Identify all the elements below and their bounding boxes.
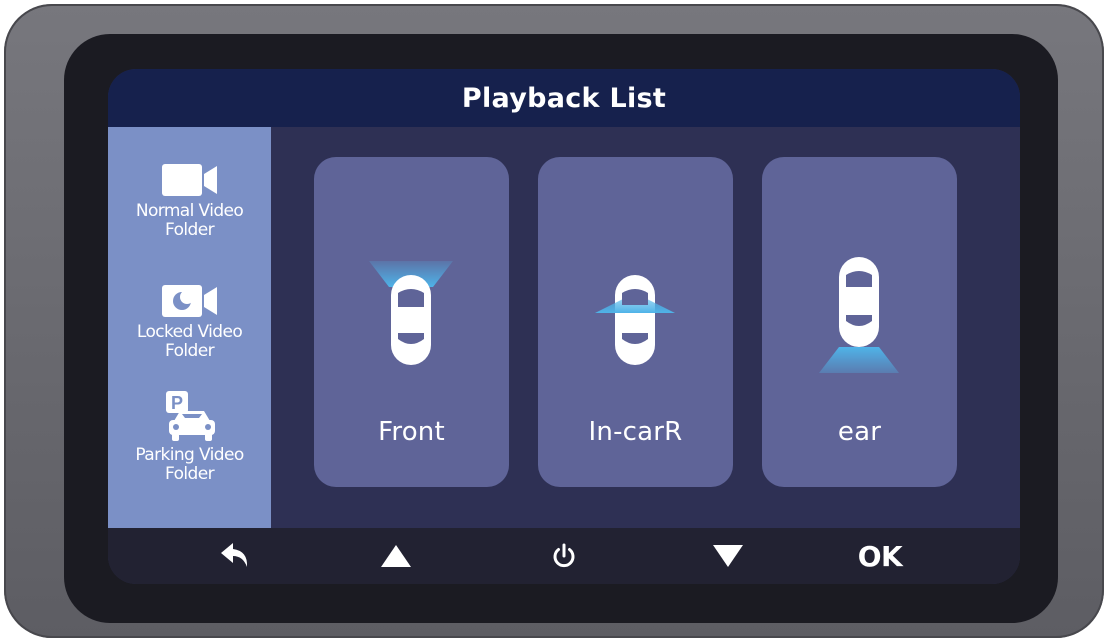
title-bar: Playback List (108, 69, 1020, 127)
sidebar-item-normal-video-folder[interactable]: Normal Video Folder (108, 161, 271, 240)
sidebar-item-label: Folder (165, 220, 215, 240)
up-triangle-icon (381, 545, 411, 567)
card-label: In-carR (588, 417, 683, 447)
front-camera-card[interactable]: Front (314, 157, 509, 487)
car-rear-camera-icon (819, 257, 899, 373)
sidebar-item-parking-video-folder[interactable]: P Parking Video Folder (108, 389, 271, 484)
dashcam-screen: Playback List Normal Video Folder Locked… (108, 69, 1020, 584)
camera-cards-area: Front In-carR ear (271, 127, 1020, 528)
car-front-camera-icon (369, 261, 453, 365)
power-button[interactable] (524, 532, 604, 580)
sidebar-item-label: Folder (165, 341, 215, 361)
back-arrow-icon (221, 543, 248, 567)
down-button[interactable] (688, 532, 768, 580)
sidebar-item-locked-video-folder[interactable]: Locked Video Folder (108, 282, 271, 361)
video-camera-icon (161, 164, 217, 196)
sidebar-item-label: Parking Video (135, 445, 244, 465)
rear-camera-card[interactable]: ear (762, 157, 957, 487)
folder-sidebar: Normal Video Folder Locked Video Folder … (108, 127, 271, 528)
sidebar-item-label: Folder (165, 464, 215, 484)
card-label: Front (378, 417, 445, 447)
svg-text:P: P (170, 393, 182, 413)
sidebar-item-label: Normal Video (135, 201, 244, 221)
card-label: ear (837, 417, 882, 447)
parking-car-icon: P (165, 391, 215, 441)
incar-camera-card[interactable]: In-carR (538, 157, 733, 487)
sidebar-item-label: Locked Video (136, 322, 243, 342)
down-triangle-icon (713, 545, 743, 567)
up-button[interactable] (356, 532, 436, 580)
ok-button[interactable]: OK (840, 532, 920, 580)
bottom-control-bar: OK (108, 528, 1020, 584)
back-button[interactable] (196, 532, 276, 580)
power-icon (553, 543, 575, 568)
ok-label: OK (857, 539, 903, 573)
locked-camera-icon (161, 285, 217, 317)
car-incar-camera-icon (595, 275, 675, 365)
page-title: Playback List (461, 82, 667, 114)
